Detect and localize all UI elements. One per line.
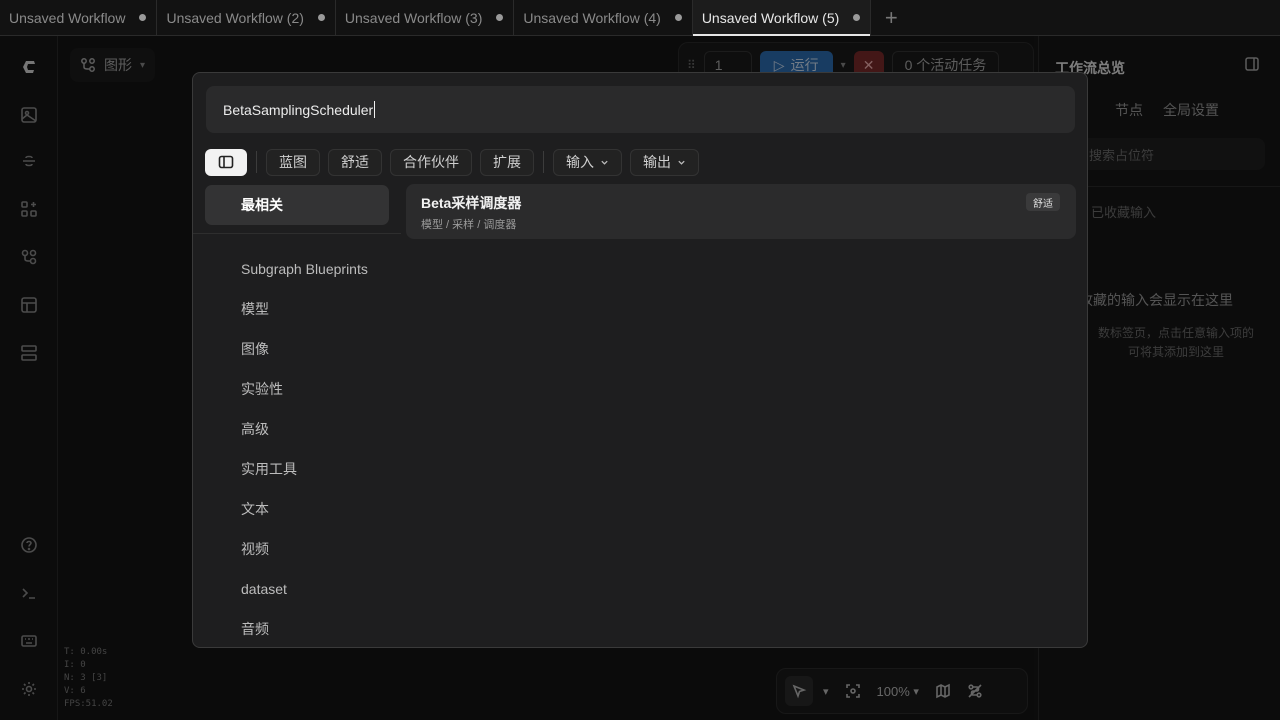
new-tab-button[interactable]: + (871, 0, 911, 35)
filter-output-dropdown[interactable]: 输出 (630, 148, 699, 176)
category-item[interactable]: 视频 (241, 529, 368, 569)
filter-blueprint-label: 蓝图 (279, 154, 307, 170)
filter-blueprint[interactable]: 蓝图 (266, 148, 320, 176)
category-label: 实用工具 (241, 461, 297, 477)
category-label: 视频 (241, 541, 269, 557)
unsaved-dot-icon (496, 14, 504, 21)
category-list: 最相关 Subgraph Blueprints 模型 图像 实验性 高级 实用工… (193, 185, 401, 637)
tab-label: Unsaved Workflow (5) (701, 9, 840, 26)
category-item[interactable]: 音频 (241, 609, 368, 647)
filter-partner-label: 合作伙伴 (403, 154, 459, 170)
filter-partner[interactable]: 合作伙伴 (390, 148, 472, 176)
search-value: BetaSamplingScheduler (223, 101, 374, 118)
tab-label: Unsaved Workflow (3) (344, 9, 483, 26)
result-category-path: 模型 / 采样 / 调度器 (421, 219, 517, 231)
chevron-down-icon (601, 160, 608, 165)
text-caret (374, 101, 376, 118)
divider (193, 233, 401, 234)
filter-extension-label: 扩展 (493, 154, 521, 170)
category-item[interactable]: Subgraph Blueprints (241, 249, 368, 289)
category-item[interactable]: 实验性 (241, 369, 368, 409)
node-search-input[interactable]: BetaSamplingScheduler (206, 86, 1075, 133)
filter-output-label: 输出 (643, 154, 671, 170)
category-label: 文本 (241, 501, 269, 517)
unsaved-dot-icon (674, 14, 682, 21)
unsaved-dot-icon (139, 14, 147, 21)
category-panel-toggle-button[interactable] (205, 148, 247, 176)
result-source-badge: 舒适 (1026, 193, 1060, 211)
filter-bar: 蓝图 舒适 合作伙伴 扩展 输入 输出 (205, 147, 699, 177)
tab-workflow-5[interactable]: Unsaved Workflow (5) (692, 0, 872, 36)
tab-label: Unsaved Workflow (2) (166, 9, 304, 26)
sidebar-panel-icon (218, 155, 234, 169)
category-item[interactable]: 图像 (241, 329, 368, 369)
filter-input-label: 输入 (566, 154, 594, 170)
search-result-item[interactable]: Beta采样调度器 模型 / 采样 / 调度器 舒适 (406, 184, 1076, 239)
filter-comfy-label: 舒适 (341, 154, 369, 170)
category-label: 高级 (241, 421, 269, 437)
chevron-down-icon (678, 160, 685, 165)
category-label: dataset (241, 581, 287, 597)
category-label: 最相关 (241, 197, 283, 213)
category-item[interactable]: dataset (241, 569, 368, 609)
filter-extension[interactable]: 扩展 (480, 148, 534, 176)
divider (543, 151, 544, 173)
node-search-dialog: BetaSamplingScheduler 蓝图 舒适 合作伙伴 扩展 输入 输… (192, 72, 1088, 648)
category-label: 实验性 (241, 381, 283, 397)
category-label: Subgraph Blueprints (241, 261, 368, 277)
category-most-relevant[interactable]: 最相关 (205, 185, 389, 225)
result-node-name: Beta采样调度器 (421, 195, 522, 211)
app-window: Unsaved Workflow Unsaved Workflow (2) Un… (0, 0, 1280, 720)
category-item[interactable]: 实用工具 (241, 449, 368, 489)
tab-label: Unsaved Workflow (4) (523, 9, 661, 26)
filter-input-dropdown[interactable]: 输入 (553, 148, 622, 176)
category-label: 音频 (241, 621, 269, 637)
unsaved-dot-icon (853, 14, 861, 21)
tab-bar: Unsaved Workflow Unsaved Workflow (2) Un… (0, 0, 1280, 36)
filter-comfy[interactable]: 舒适 (328, 148, 382, 176)
category-item[interactable]: 文本 (241, 489, 368, 529)
category-item[interactable]: 模型 (241, 289, 368, 329)
divider (256, 151, 257, 173)
category-items: Subgraph Blueprints 模型 图像 实验性 高级 实用工具 文本… (241, 249, 368, 647)
category-label: 模型 (241, 301, 269, 317)
category-label: 图像 (241, 341, 269, 357)
tab-workflow-3[interactable]: Unsaved Workflow (3) (336, 0, 515, 35)
tab-workflow-2[interactable]: Unsaved Workflow (2) (157, 0, 336, 35)
tab-workflow-1[interactable]: Unsaved Workflow (0, 0, 158, 35)
tab-label: Unsaved Workflow (9, 9, 126, 26)
tab-workflow-4[interactable]: Unsaved Workflow (4) (514, 0, 693, 35)
unsaved-dot-icon (317, 14, 325, 21)
category-item[interactable]: 高级 (241, 409, 368, 449)
